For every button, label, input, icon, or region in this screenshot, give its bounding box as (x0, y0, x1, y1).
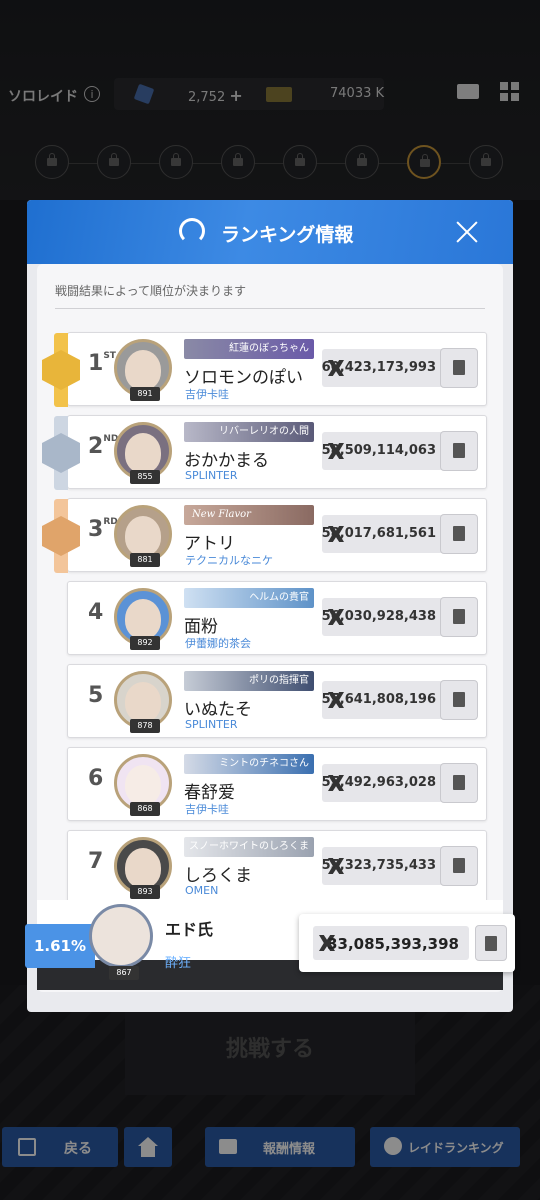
ranking-panel[interactable]: 戦闘結果によって順位が決まります 1ST 891 紅蓮のぼっちゃん ソロモンのぽ… (37, 264, 503, 992)
title-plate: リバーレリオの人間 (184, 422, 314, 442)
divider (55, 308, 485, 309)
title-plate: スノーホワイトのしろくま (184, 837, 314, 857)
rank-number: 7 (88, 849, 104, 874)
player-name: いぬたそ (184, 700, 252, 720)
player-name: しろくま (184, 866, 252, 886)
score-value: 55,492,963,028 (321, 775, 436, 790)
score-box: 56,030,928,438 (322, 598, 450, 636)
my-avatar[interactable] (89, 904, 153, 968)
player-name: 面粉 (184, 617, 218, 637)
rank-number: 1ST (88, 351, 116, 376)
document-icon (453, 443, 465, 458)
close-icon[interactable] (455, 220, 479, 244)
ranking-row[interactable]: 4 892 ヘルムの貴官 面粉 伊蕾娜的茶会 56,030,928,438 (67, 581, 487, 655)
avatar-level: 892 (130, 636, 160, 650)
my-score-value: 33,085,393,398 (327, 935, 459, 953)
guild-name: SPLINTER (185, 469, 238, 482)
score-value: 55,323,735,433 (321, 858, 436, 873)
my-rank-card: 1.61% 867 エド氏 酔狂 33,085,393,398 (25, 900, 515, 990)
ranking-row[interactable]: 5 878 ポリの指揮官 いぬたそ SPLINTER 55,641,808,19… (67, 664, 487, 738)
percentile-badge: 1.61% (25, 924, 95, 968)
document-icon (453, 360, 465, 375)
gold-badge-icon (42, 350, 80, 390)
score-box: 58,509,114,063 (322, 432, 450, 470)
my-player-name: エド氏 (165, 920, 214, 939)
avatar-level: 855 (130, 470, 160, 484)
avatar-level: 868 (130, 802, 160, 816)
guild-name: 吉伊卡哇 (185, 388, 229, 401)
title-plate: ポリの指揮官 (184, 671, 314, 691)
detail-button[interactable] (440, 348, 478, 388)
score-value: 58,509,114,063 (321, 443, 436, 458)
document-icon (453, 858, 465, 873)
guild-name: テクニカルなニケ (185, 554, 273, 567)
silver-badge-icon (42, 433, 80, 473)
laurel-icon (179, 218, 205, 244)
detail-button[interactable] (440, 431, 478, 471)
document-icon (485, 936, 497, 951)
detail-button[interactable] (440, 514, 478, 554)
my-score-box: 33,085,393,398 (313, 926, 469, 960)
detail-button[interactable] (440, 846, 478, 886)
score-box: 58,017,681,561 (322, 515, 450, 553)
avatar-level: 878 (130, 719, 160, 733)
player-name: ソロモンのぽい (184, 368, 303, 388)
guild-name: 伊蕾娜的茶会 (185, 637, 251, 650)
score-value: 58,017,681,561 (321, 526, 436, 541)
detail-button[interactable] (440, 597, 478, 637)
title-plate: ヘルムの貴官 (184, 588, 314, 608)
score-value: 56,030,928,438 (321, 609, 436, 624)
avatar-level: 891 (130, 387, 160, 401)
modal-header: ランキング情報 (27, 200, 513, 264)
score-box: 55,641,808,196 (322, 681, 450, 719)
document-icon (453, 526, 465, 541)
document-icon (453, 775, 465, 790)
ranking-row[interactable]: 1ST 891 紅蓮のぼっちゃん ソロモンのぽい 吉伊卡哇 60,423,173… (42, 332, 487, 407)
bronze-badge-icon (42, 516, 80, 556)
modal-title: ランキング情報 (221, 224, 354, 246)
guild-name: 吉伊卡哇 (185, 803, 229, 816)
subtitle: 戦闘結果によって順位が決まります (55, 284, 247, 298)
my-guild-name: 酔狂 (165, 956, 192, 971)
my-score-card: 33,085,393,398 (299, 914, 515, 972)
ranking-row[interactable]: 6 868 ミントのチネコさん 春舒爱 吉伊卡哇 55,492,963,028 (67, 747, 487, 821)
rank-number: 6 (88, 766, 104, 791)
ranking-row[interactable]: 3RD 881 New Flavor アトリ テクニカルなニケ 58,017,6… (42, 498, 487, 573)
player-name: おかかまる (184, 451, 269, 471)
guild-name: SPLINTER (185, 718, 238, 731)
rank-number: 4 (88, 600, 104, 625)
my-avatar-level: 867 (109, 966, 139, 980)
player-name: 春舒爱 (184, 783, 235, 803)
score-box: 55,323,735,433 (322, 847, 450, 885)
detail-button[interactable] (440, 680, 478, 720)
ranking-modal: ランキング情報 戦闘結果によって順位が決まります 1ST 891 紅蓮のぼっちゃ… (27, 200, 513, 1012)
avatar-level: 881 (130, 553, 160, 567)
ranking-row[interactable]: 2ND 855 リバーレリオの人間 おかかまる SPLINTER 58,509,… (42, 415, 487, 490)
avatar-level: 893 (130, 885, 160, 899)
detail-button[interactable] (440, 763, 478, 803)
title-plate: 紅蓮のぼっちゃん (184, 339, 314, 359)
my-detail-button[interactable] (475, 925, 507, 961)
score-value: 55,641,808,196 (321, 692, 436, 707)
rank-number: 5 (88, 683, 104, 708)
score-value: 60,423,173,993 (321, 360, 436, 375)
player-name: アトリ (184, 534, 235, 554)
score-box: 60,423,173,993 (322, 349, 450, 387)
ranking-row[interactable]: 7 893 スノーホワイトのしろくま しろくま OMEN 55,323,735,… (67, 830, 487, 904)
title-plate: New Flavor (184, 505, 314, 525)
document-icon (453, 609, 465, 624)
guild-name: OMEN (185, 884, 219, 897)
score-box: 55,492,963,028 (322, 764, 450, 802)
document-icon (453, 692, 465, 707)
title-plate: ミントのチネコさん (184, 754, 314, 774)
